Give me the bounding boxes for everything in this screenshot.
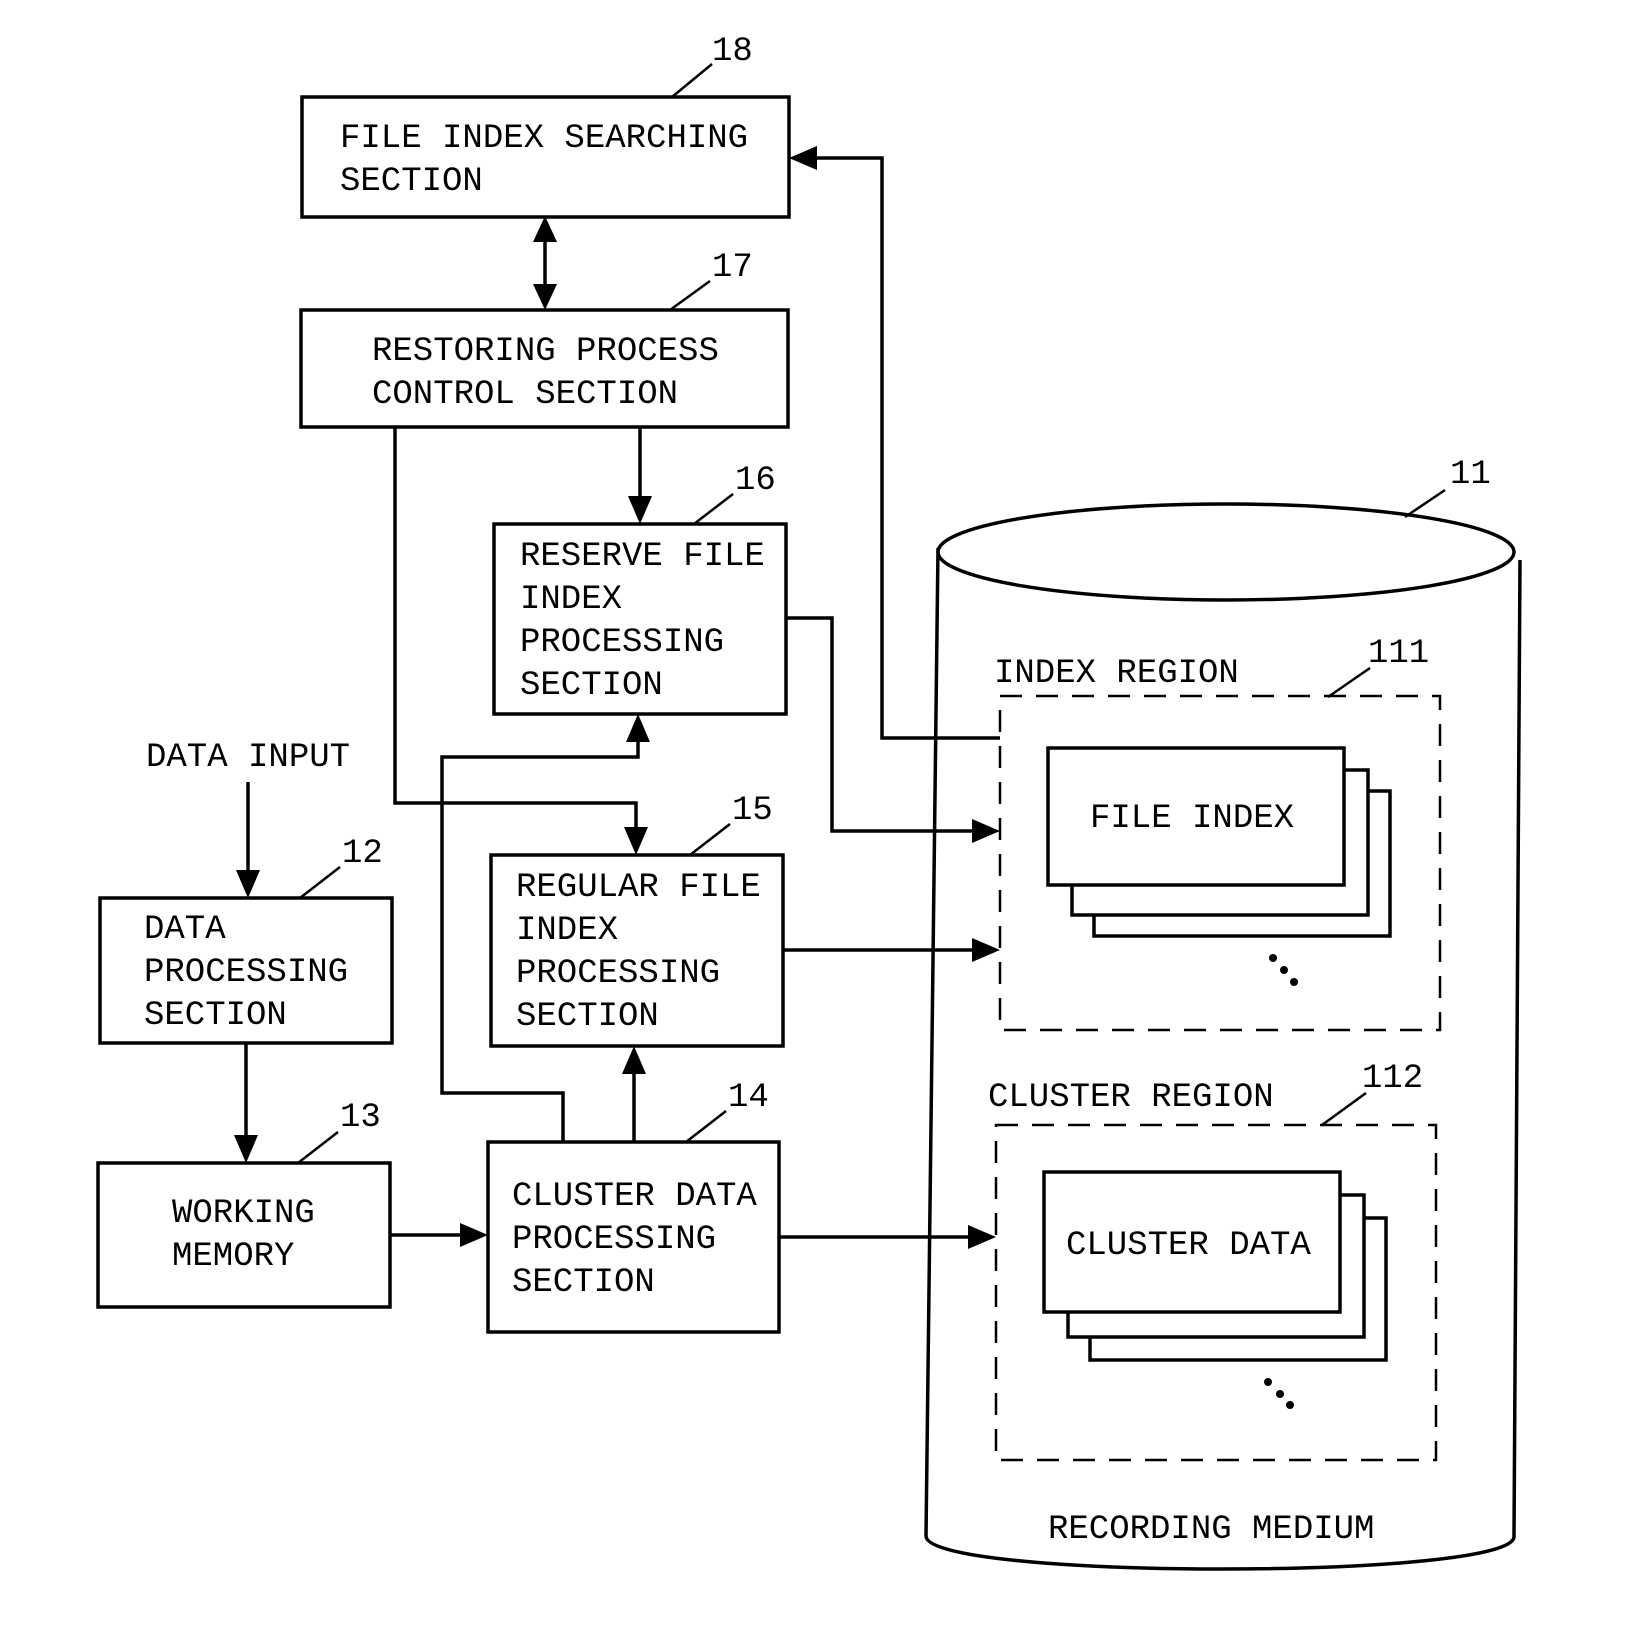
block-12-line-1: DATA bbox=[144, 911, 226, 949]
ref-112: 112 bbox=[1362, 1060, 1423, 1098]
block-15-line-4: SECTION bbox=[516, 998, 659, 1036]
ref-11: 11 bbox=[1450, 456, 1491, 494]
cluster-data-label: CLUSTER DATA bbox=[1066, 1227, 1311, 1265]
leader-17 bbox=[669, 279, 711, 312]
block-16-line-1: RESERVE FILE bbox=[520, 538, 765, 576]
block-16-line-2: INDEX bbox=[520, 581, 622, 619]
block-15-line-2: INDEX bbox=[516, 912, 618, 950]
arrowhead-down bbox=[236, 870, 260, 898]
arrowhead-down bbox=[624, 827, 648, 855]
ellipsis-dot bbox=[1264, 1378, 1272, 1386]
block-13-line-2: MEMORY bbox=[172, 1238, 294, 1276]
cluster-region: CLUSTER REGION 112 CLUSTER DATA bbox=[988, 1060, 1438, 1462]
data-processing-section: DATA PROCESSING SECTION 12 bbox=[98, 835, 394, 1045]
block-14-line-2: PROCESSING bbox=[512, 1221, 716, 1259]
arrowhead-down bbox=[628, 496, 652, 524]
block-12-line-2: PROCESSING bbox=[144, 954, 348, 992]
ellipsis-dot bbox=[1280, 966, 1288, 974]
arrow-index-18 bbox=[814, 156, 1000, 740]
block-13-line-1: WORKING bbox=[172, 1195, 315, 1233]
ellipsis-dot bbox=[1290, 978, 1298, 986]
arrowhead-right bbox=[968, 1225, 996, 1249]
file-index-label: FILE INDEX bbox=[1090, 800, 1294, 838]
recording-medium-label: RECORDING MEDIUM bbox=[1048, 1511, 1374, 1549]
arrowhead-up bbox=[533, 216, 557, 242]
leader-112 bbox=[1321, 1091, 1367, 1127]
leader-16 bbox=[693, 493, 734, 525]
ref-16: 16 bbox=[735, 462, 776, 500]
block-15-line-3: PROCESSING bbox=[516, 955, 720, 993]
leader-12 bbox=[299, 866, 341, 899]
ref-111: 111 bbox=[1368, 635, 1429, 673]
leader-14 bbox=[685, 1110, 727, 1143]
cluster-region-label: CLUSTER REGION bbox=[988, 1079, 1274, 1117]
block-16-line-4: SECTION bbox=[520, 667, 663, 705]
leader-11 bbox=[1404, 488, 1446, 519]
block-15-line-1: REGULAR FILE bbox=[516, 869, 761, 907]
index-region-label: INDEX REGION bbox=[994, 655, 1239, 693]
arrowhead-right bbox=[460, 1223, 488, 1247]
data-input-label: DATA INPUT bbox=[146, 739, 350, 777]
ref-15: 15 bbox=[732, 792, 773, 830]
block-17-line-2: CONTROL SECTION bbox=[372, 376, 678, 414]
leader-18 bbox=[671, 63, 713, 98]
block-18-line-2: SECTION bbox=[340, 163, 483, 201]
ref-14: 14 bbox=[728, 1079, 769, 1117]
leader-111 bbox=[1327, 666, 1371, 699]
recording-medium: 11 RECORDING MEDIUM bbox=[924, 456, 1522, 1571]
block-12-line-3: SECTION bbox=[144, 997, 287, 1035]
block-14-line-1: CLUSTER DATA bbox=[512, 1178, 757, 1216]
block-diagram: 11 RECORDING MEDIUM INDEX REGION 111 FIL… bbox=[96, 33, 1522, 1571]
index-region: INDEX REGION 111 FILE INDEX bbox=[994, 635, 1442, 1032]
ellipsis-dot bbox=[1269, 954, 1277, 962]
ref-13: 13 bbox=[340, 1099, 381, 1137]
ref-12: 12 bbox=[342, 835, 383, 873]
leader-13 bbox=[297, 1131, 339, 1164]
leader-15 bbox=[689, 823, 731, 856]
block-18-line-1: FILE INDEX SEARCHING bbox=[340, 120, 748, 158]
ellipsis-dot bbox=[1276, 1390, 1284, 1398]
arrowhead-right bbox=[972, 938, 1000, 962]
arrowhead-right bbox=[972, 819, 1000, 843]
arrowhead-down bbox=[234, 1135, 258, 1163]
block-17-line-1: RESTORING PROCESS bbox=[372, 333, 719, 371]
arrowhead-left bbox=[789, 146, 817, 170]
arrowhead-up bbox=[626, 714, 650, 742]
ellipsis-dot bbox=[1286, 1401, 1294, 1409]
block-16-line-3: PROCESSING bbox=[520, 624, 724, 662]
block-14-line-3: SECTION bbox=[512, 1264, 655, 1302]
ref-17: 17 bbox=[712, 249, 753, 287]
arrowhead-up bbox=[622, 1046, 646, 1074]
file-index-searching-section: FILE INDEX SEARCHING SECTION 18 bbox=[300, 33, 791, 219]
cylinder-body bbox=[924, 547, 1522, 1571]
cylinder-top bbox=[936, 502, 1516, 602]
arrowhead-down bbox=[533, 284, 557, 310]
working-memory: WORKING MEMORY 13 bbox=[96, 1099, 392, 1309]
ref-18: 18 bbox=[712, 33, 753, 71]
